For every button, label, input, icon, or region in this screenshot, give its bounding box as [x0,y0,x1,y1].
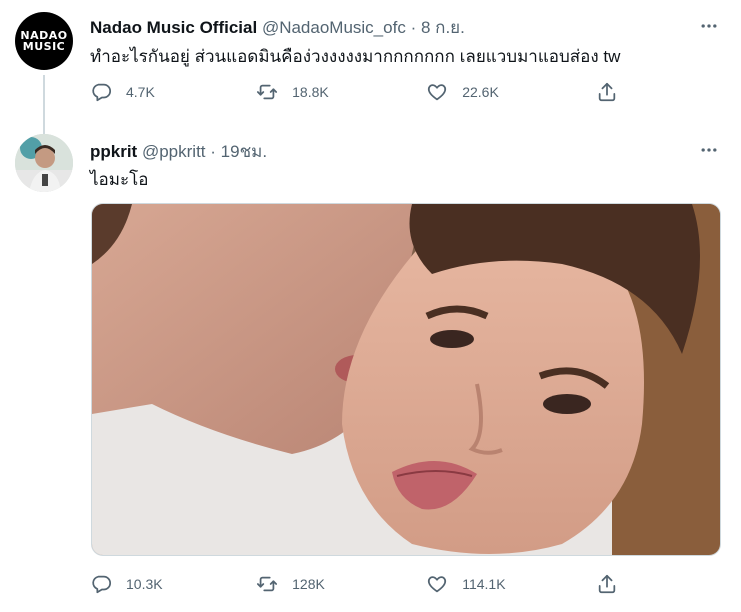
heart-icon [428,576,447,593]
photo-image [92,204,720,555]
tweet-nadao-music[interactable]: NADAO MUSIC Nadao Music Official @NadaoM… [0,0,741,135]
more-dots-icon [701,148,717,152]
retweet-arrows-icon [257,84,278,100]
tweet-timestamp[interactable]: 8 ก.ย. [421,18,465,37]
tweet-timestamp[interactable]: 19ชม. [221,142,267,161]
like-button[interactable]: 22.6K [426,80,596,104]
tweet-header: Nadao Music Official @NadaoMusic_ofc · 8… [90,14,465,41]
tweet-actions: 10.3K 128K 114.1K [90,572,620,596]
separator-dot: · [210,142,216,161]
separator-dot: · [410,18,417,37]
like-count: 114.1K [462,576,506,592]
retweet-count: 128K [292,576,325,592]
reply-bubble-icon [92,575,112,594]
like-count: 22.6K [462,84,499,100]
avatar-nadao-music[interactable]: NADAO MUSIC [15,12,73,70]
more-options-button[interactable] [697,138,721,162]
retweet-button[interactable]: 128K [256,572,426,596]
tweet-ppkrit[interactable]: ppkrit @ppkritt · 19ชม. ไอมะโอ 10.3K 128… [0,126,741,612]
share-upload-icon [599,82,616,102]
tweet-header: ppkrit @ppkritt · 19ชม. [90,138,267,165]
user-handle[interactable]: @NadaoMusic_ofc [262,18,406,37]
tweet-actions: 4.7K 18.8K 22.6K [90,80,620,104]
more-options-button[interactable] [697,14,721,38]
reply-count: 4.7K [126,84,155,100]
user-handle[interactable]: @ppkritt [142,142,206,161]
like-button[interactable]: 114.1K [426,572,596,596]
tweet-text: ทำอะไรกันอยู่ ส่วนแอดมินคือง่วงงงงงมากกก… [90,47,621,66]
tweet-text: ไอมะโอ [90,170,149,189]
more-dots-icon [701,24,717,28]
share-upload-icon [599,574,616,594]
retweet-button[interactable]: 18.8K [256,80,426,104]
reply-count: 10.3K [126,576,163,592]
reply-bubble-icon [92,83,112,102]
avatar-logo-line-2: MUSIC [22,40,66,53]
reply-button[interactable]: 10.3K [90,572,256,596]
display-name[interactable]: Nadao Music Official [90,18,257,37]
tweet-media-photo[interactable] [91,203,721,556]
share-button[interactable] [596,80,620,104]
share-button[interactable] [596,572,620,596]
retweet-arrows-icon [257,576,278,592]
reply-button[interactable]: 4.7K [90,80,256,104]
avatar-photo [15,134,73,192]
display-name[interactable]: ppkrit [90,142,137,161]
avatar-ppkrit[interactable] [15,134,73,192]
retweet-count: 18.8K [292,84,329,100]
heart-icon [428,84,447,101]
